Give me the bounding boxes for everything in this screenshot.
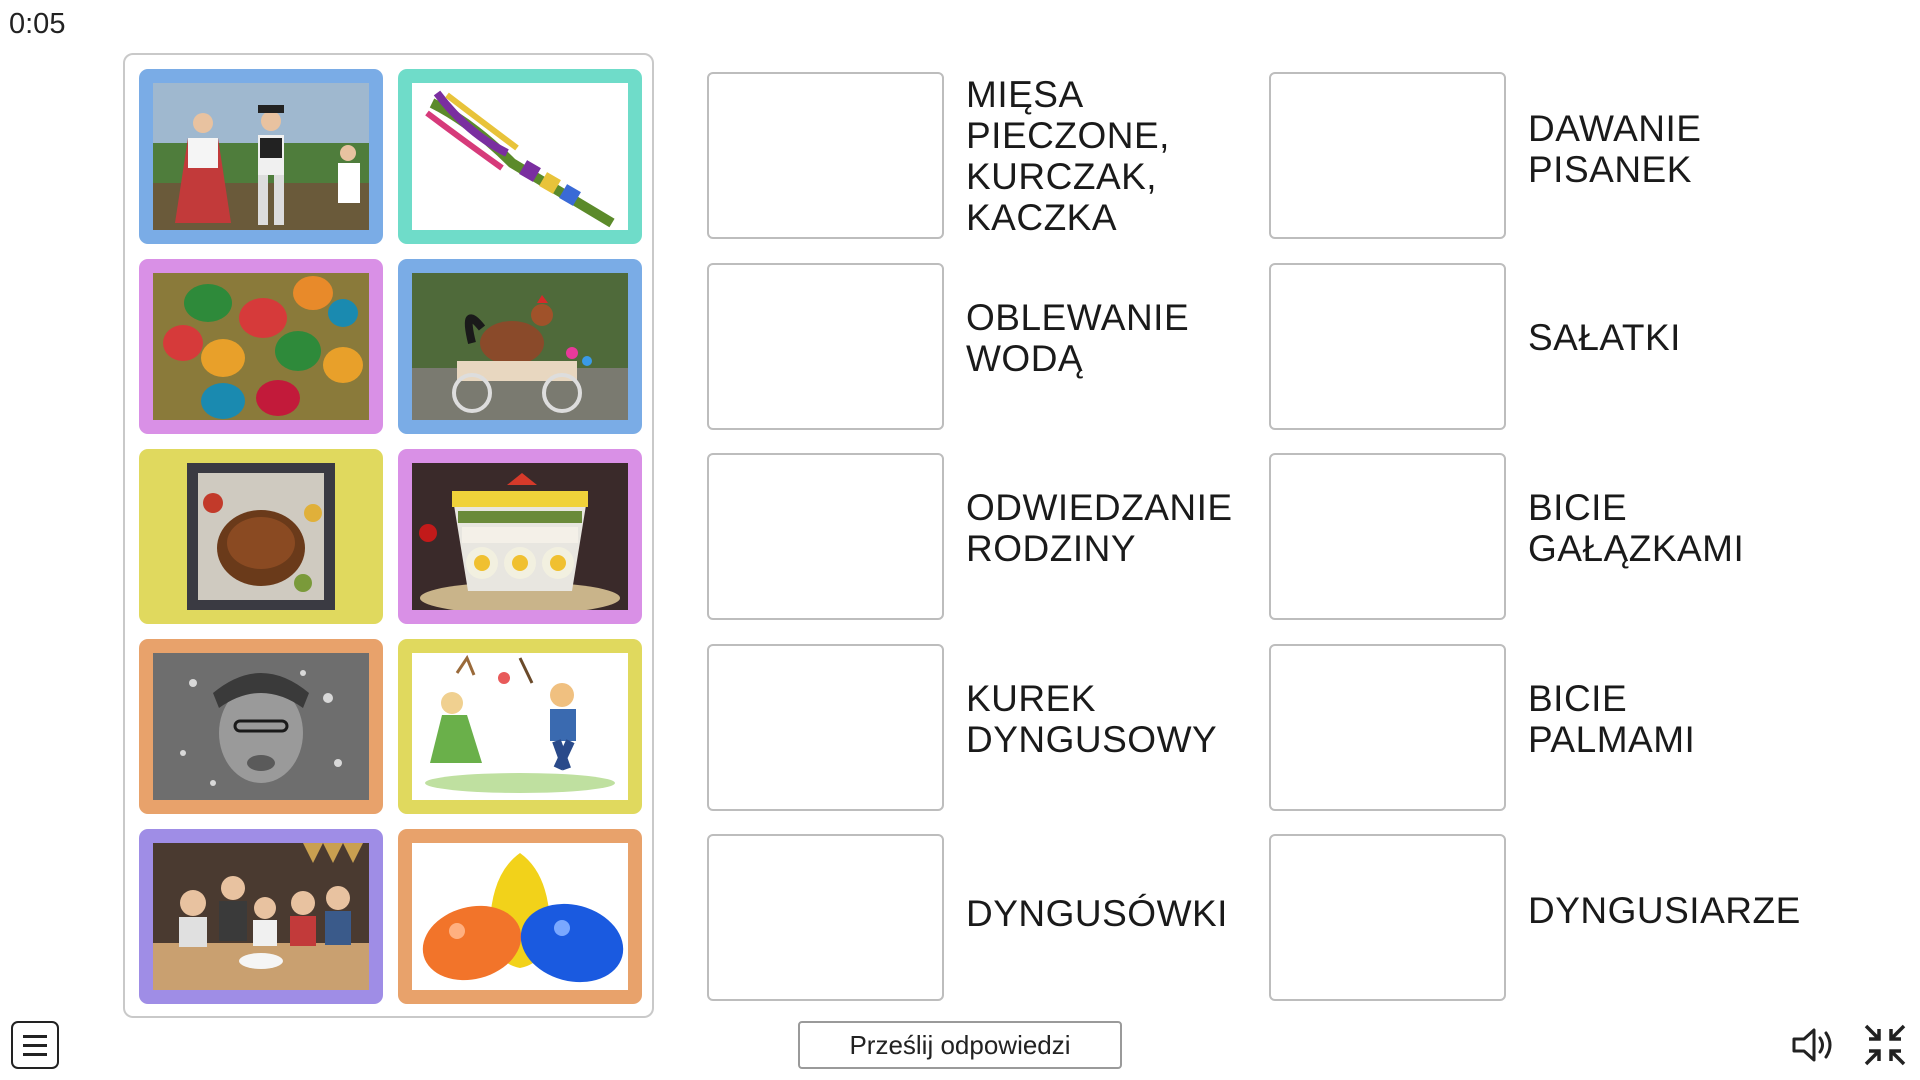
easter-palm-image bbox=[412, 83, 628, 230]
card-family-dinner[interactable] bbox=[139, 829, 383, 1004]
drop-slot-palmy[interactable] bbox=[1269, 644, 1506, 811]
timer: 0:05 bbox=[9, 8, 66, 40]
card-layered-salad[interactable] bbox=[398, 449, 642, 624]
speaker-icon[interactable] bbox=[1790, 1025, 1838, 1065]
card-rooster-cart[interactable] bbox=[398, 259, 642, 434]
target-label-kurek: KUREK DYNGUSOWY bbox=[966, 677, 1218, 760]
card-water-balloons[interactable] bbox=[398, 829, 642, 1004]
card-roast-chicken[interactable] bbox=[139, 449, 383, 624]
card-painted-eggs[interactable] bbox=[139, 259, 383, 434]
exit-fullscreen-icon[interactable] bbox=[1862, 1022, 1908, 1068]
roast-chicken-image bbox=[153, 463, 369, 610]
card-water-splash[interactable] bbox=[139, 639, 383, 814]
drop-slot-salatki[interactable] bbox=[1269, 263, 1506, 430]
water-balloons-image bbox=[412, 843, 628, 990]
target-label-oblewanie: OBLEWANIE WODĄ bbox=[966, 296, 1190, 379]
menu-icon bbox=[23, 1035, 47, 1038]
card-folk-musicians[interactable] bbox=[139, 69, 383, 244]
layered-salad-image bbox=[412, 463, 628, 610]
target-label-salatki: SAŁATKI bbox=[1528, 317, 1681, 358]
target-label-mieso: MIĘSA PIECZONE, KURCZAK, KACZKA bbox=[966, 73, 1170, 238]
drop-slot-mieso[interactable] bbox=[707, 72, 944, 239]
folk-musicians-image bbox=[153, 83, 369, 230]
menu-icon-line bbox=[23, 1053, 47, 1056]
target-label-galazki: BICIE GAŁĄZKAMI bbox=[1528, 486, 1745, 569]
painted-eggs-image bbox=[153, 273, 369, 420]
rooster-cart-image bbox=[412, 273, 628, 420]
dyngus-cartoon-image bbox=[412, 653, 628, 800]
menu-button[interactable] bbox=[11, 1021, 59, 1069]
target-label-odwiedzanie: ODWIEDZANIE RODZINY bbox=[966, 486, 1233, 569]
drop-slot-oblewanie[interactable] bbox=[707, 263, 944, 430]
drop-slot-kurek[interactable] bbox=[707, 644, 944, 811]
drop-slot-dyngusiarze[interactable] bbox=[1269, 834, 1506, 1001]
target-label-palmy: BICIE PALMAMI bbox=[1528, 677, 1696, 760]
target-label-dyngusowki: DYNGUSÓWKI bbox=[966, 893, 1228, 934]
menu-icon-line bbox=[23, 1044, 47, 1047]
card-dyngus-cartoon[interactable] bbox=[398, 639, 642, 814]
drop-slot-galazki[interactable] bbox=[1269, 453, 1506, 620]
card-easter-palm[interactable] bbox=[398, 69, 642, 244]
family-dinner-image bbox=[153, 843, 369, 990]
target-label-dyngusiarze: DYNGUSIARZE bbox=[1528, 890, 1801, 931]
drop-slot-pisanki[interactable] bbox=[1269, 72, 1506, 239]
target-label-pisanki: DAWANIE PISANEK bbox=[1528, 107, 1702, 190]
water-splash-image bbox=[153, 653, 369, 800]
drop-slot-odwiedzanie[interactable] bbox=[707, 453, 944, 620]
drop-slot-dyngusowki[interactable] bbox=[707, 834, 944, 1001]
submit-answers-button[interactable]: Prześlij odpowiedzi bbox=[798, 1021, 1122, 1069]
